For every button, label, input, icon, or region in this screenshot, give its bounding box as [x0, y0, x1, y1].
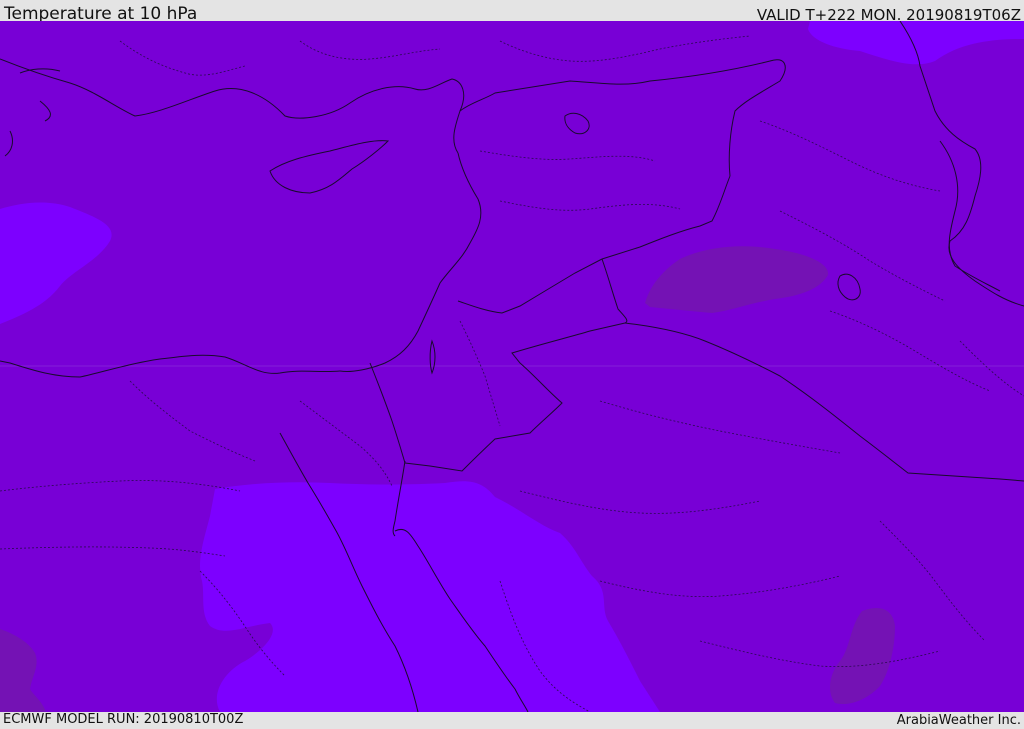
- map-canvas[interactable]: [0, 21, 1024, 712]
- header-bar: Temperature at 10 hPa VALID T+222 MON. 2…: [0, 0, 1024, 24]
- temperature-map[interactable]: [0, 21, 1024, 712]
- credit-label: ArabiaWeather Inc.: [896, 713, 1021, 728]
- model-run-label: ECMWF MODEL RUN: 20190810T00Z: [3, 712, 244, 727]
- footer-bar: ECMWF MODEL RUN: 20190810T00Z ArabiaWeat…: [0, 712, 1024, 729]
- forecast-map-page: Temperature at 10 hPa VALID T+222 MON. 2…: [0, 0, 1024, 729]
